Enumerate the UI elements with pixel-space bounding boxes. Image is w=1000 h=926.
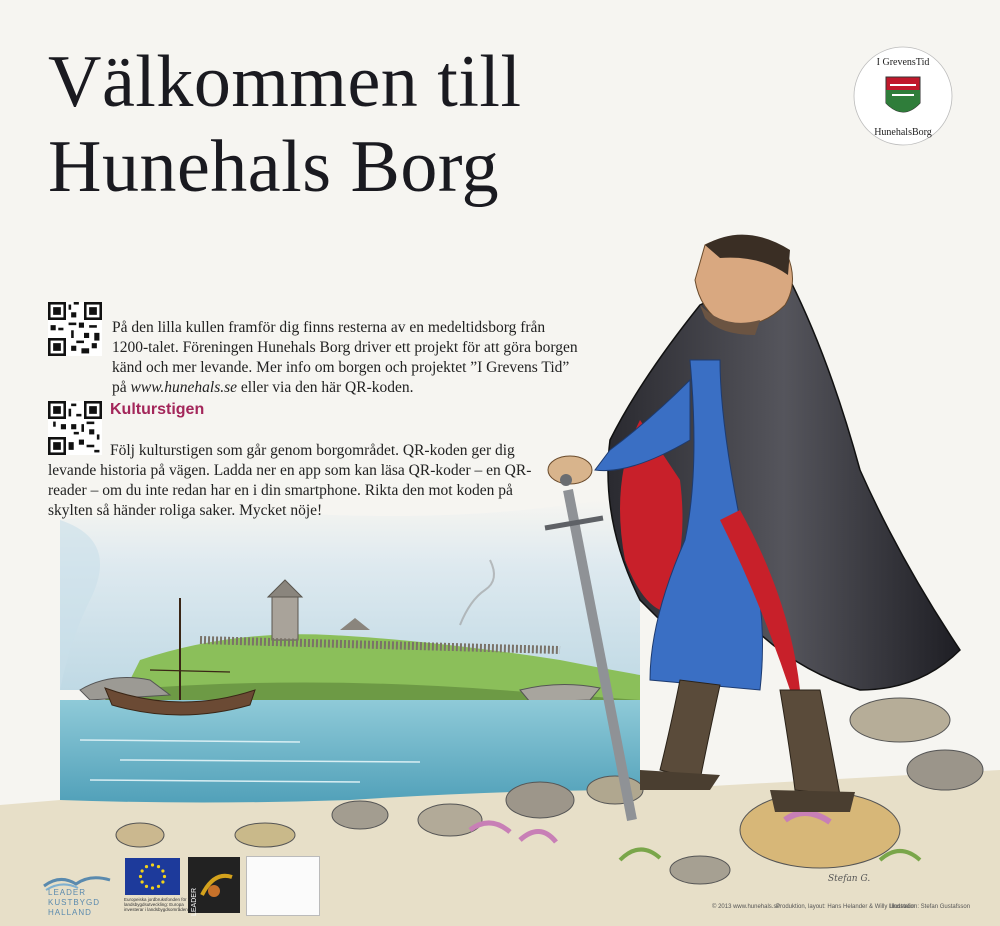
illustrator-signature: Stefan G. (828, 874, 871, 884)
eu-flag-icon (125, 858, 180, 895)
i-grevens-tid-logo: I GrevensTid HunehalsBorg (853, 46, 953, 146)
leader-kust-text-2: KUSTBYGD (48, 898, 101, 907)
footer-copyright: © 2013 www.hunehals.se (712, 904, 780, 910)
title-line-2: Hunehals Borg (48, 126, 500, 208)
footer-illustration: Illustration: Stefan Gustafsson (890, 904, 971, 910)
qr-code-hunehals[interactable] (48, 302, 102, 356)
kulturstigen-text: Följ kulturstigen som går genom borgområ… (48, 441, 532, 519)
blank-sponsor-slot (246, 856, 320, 916)
leader-kust-text-3: HALLAND (48, 908, 92, 917)
leader-kust-text-1: LEADER (48, 888, 87, 897)
kulturstigen-heading: Kulturstigen (110, 401, 205, 418)
sign-board: Välkommen till Hunehals Borg I GrevensTi… (0, 0, 1000, 926)
page-title: Välkommen till Hunehals Borg (48, 40, 522, 210)
eu-text: Europeiska jordbruksfonden för landsbygd… (124, 897, 188, 912)
intro-text: På den lilla kullen framför dig finns re… (112, 318, 578, 396)
svg-text:HunehalsBorg: HunehalsBorg (874, 127, 932, 138)
hunehals-link[interactable]: www.hunehals.se (131, 379, 238, 396)
leader-vertical-text: LEADER (191, 888, 198, 917)
svg-text:I GrevensTid: I GrevensTid (877, 57, 930, 68)
title-line-1: Välkommen till (48, 41, 522, 123)
